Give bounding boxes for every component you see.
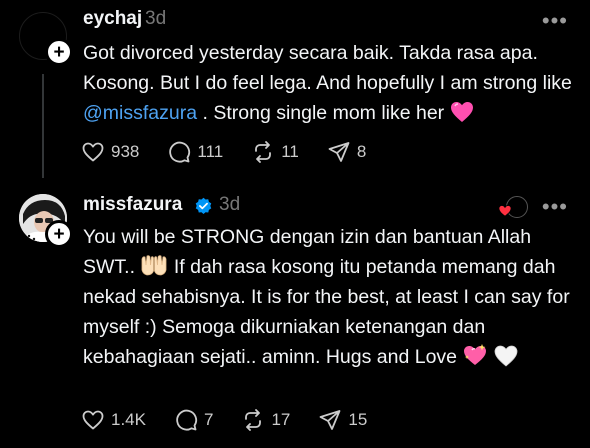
more-icon[interactable]: ••• xyxy=(542,196,568,218)
white-heart-emoji xyxy=(494,345,518,367)
share-button[interactable]: 15 xyxy=(318,408,367,432)
mention-link[interactable]: @missfazura xyxy=(83,102,197,124)
reply-count: 111 xyxy=(197,142,224,161)
more-icon[interactable]: ••• xyxy=(542,10,568,32)
share-count: 8 xyxy=(356,142,367,161)
username[interactable]: missfazura xyxy=(83,194,182,216)
sparkling-heart-emoji xyxy=(464,344,487,365)
reply-button[interactable]: 7 xyxy=(174,408,213,432)
timestamp: 3d xyxy=(219,194,241,215)
send-icon xyxy=(319,410,341,430)
pink-heart-emoji xyxy=(450,102,473,122)
liked-heart-icon xyxy=(498,205,512,217)
comment-icon xyxy=(169,141,191,163)
repost-button[interactable]: 17 xyxy=(241,408,290,432)
follow-plus-icon[interactable]: + xyxy=(45,220,73,248)
comment-icon xyxy=(176,409,198,431)
post-text-part: . Strong single mom like her xyxy=(197,102,450,124)
username[interactable]: eychaj xyxy=(83,8,142,30)
verified-badge-icon xyxy=(195,197,212,214)
palms-up-together-emoji xyxy=(142,255,167,276)
repost-count: 17 xyxy=(271,410,291,429)
post-text: Got divorced yesterday secara baik. Takd… xyxy=(83,38,573,128)
like-button[interactable]: 938 xyxy=(81,140,139,164)
reply-count: 7 xyxy=(203,410,214,429)
like-count: 938 xyxy=(111,142,140,161)
repost-count: 11 xyxy=(281,142,299,161)
thread-post-eychaj: + eychaj 3d ••• Got divorced yesterday s… xyxy=(0,0,590,180)
timestamp: 3d xyxy=(145,8,167,29)
share-count: 15 xyxy=(348,410,368,429)
repost-button[interactable]: 11 xyxy=(251,140,299,164)
reply-button[interactable]: 111 xyxy=(167,140,223,164)
like-button[interactable]: 1.4K xyxy=(81,408,146,432)
avatar-missfazura[interactable]: + xyxy=(19,194,73,248)
action-bar: 938 111 11 8 xyxy=(81,139,394,165)
author-liked-indicator xyxy=(498,194,528,222)
thread-connector-line xyxy=(42,74,44,178)
like-count: 1.4K xyxy=(111,410,146,429)
thread-post-missfazura: + missfazura 3d ••• You will be STRONG d… xyxy=(0,180,590,448)
repost-icon xyxy=(255,141,272,163)
heart-icon xyxy=(82,410,104,430)
action-bar: 1.4K 7 17 15 xyxy=(81,407,395,433)
post-text-part: Got divorced yesterday secara baik. Takd… xyxy=(83,42,572,94)
avatar-eychaj[interactable]: + xyxy=(19,12,73,66)
post-text: You will be STRONG dengan izin dan bantu… xyxy=(83,222,573,372)
send-icon xyxy=(328,142,350,162)
heart-icon xyxy=(82,142,104,162)
follow-plus-icon[interactable]: + xyxy=(45,38,73,66)
share-button[interactable]: 8 xyxy=(327,140,366,164)
repost-icon xyxy=(245,409,262,431)
